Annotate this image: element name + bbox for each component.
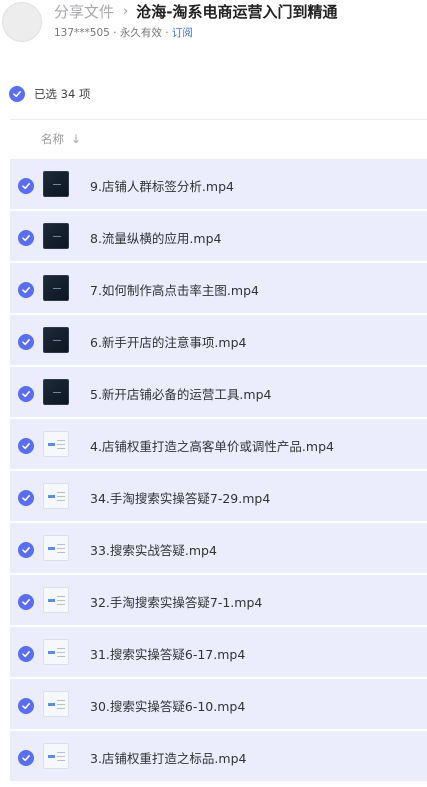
- subscribe-link[interactable]: 订阅: [172, 27, 193, 39]
- file-name[interactable]: 8.流量纵横的应用.mp4: [90, 211, 221, 261]
- breadcrumb: 分享文件 › 沧海-淘系电商运营入门到精通: [54, 0, 337, 22]
- page-title: 沧海-淘系电商运营入门到精通: [136, 2, 338, 21]
- file-name[interactable]: 33.搜索实战答疑.mp4: [90, 523, 217, 573]
- row-checkbox[interactable]: [18, 230, 34, 246]
- selected-count: 已选 34 项: [34, 87, 91, 101]
- file-name[interactable]: 7.如何制作高点击率主图.mp4: [90, 263, 259, 313]
- arrow-down-icon: ↓: [71, 132, 82, 146]
- check-icon: [22, 287, 30, 294]
- file-row[interactable]: 33.搜索实战答疑.mp4: [10, 523, 427, 573]
- check-icon: [22, 547, 30, 554]
- file-row[interactable]: 8.流量纵横的应用.mp4: [10, 211, 427, 261]
- row-checkbox[interactable]: [18, 542, 34, 558]
- video-thumbnail-icon: [43, 535, 69, 561]
- breadcrumb-root-link[interactable]: 分享文件: [54, 1, 114, 22]
- column-name-label: 名称: [41, 132, 64, 146]
- file-row[interactable]: 5.新开店铺必备的运营工具.mp4: [10, 367, 427, 417]
- select-all-checkbox[interactable]: [9, 86, 25, 102]
- video-thumbnail-icon: [43, 171, 69, 197]
- row-checkbox[interactable]: [18, 646, 34, 662]
- check-icon: [22, 703, 30, 710]
- row-checkbox[interactable]: [18, 282, 34, 298]
- avatar[interactable]: [2, 2, 42, 42]
- file-name[interactable]: 32.手淘搜索实操答疑7-1.mp4: [90, 575, 262, 625]
- file-name[interactable]: 6.新手开店的注意事项.mp4: [90, 315, 246, 365]
- row-checkbox[interactable]: [18, 490, 34, 506]
- check-icon: [22, 495, 30, 502]
- file-name[interactable]: 34.手淘搜索实操答疑7-29.mp4: [90, 471, 270, 521]
- row-checkbox[interactable]: [18, 698, 34, 714]
- file-name[interactable]: 3.店铺权重打造之标品.mp4: [90, 731, 246, 781]
- file-row[interactable]: 4.店铺权重打造之高客单价或调性产品.mp4: [10, 419, 427, 469]
- check-icon: [22, 235, 30, 242]
- file-row[interactable]: 6.新手开店的注意事项.mp4: [10, 315, 427, 365]
- row-checkbox[interactable]: [18, 594, 34, 610]
- check-icon: [22, 599, 30, 606]
- share-header: 分享文件 › 沧海-淘系电商运营入门到精通 137***505 · 永久有效 ·…: [0, 0, 427, 60]
- video-thumbnail-icon: [43, 431, 69, 457]
- file-row[interactable]: 31.搜索实操答疑6-17.mp4: [10, 627, 427, 677]
- video-thumbnail-icon: [43, 639, 69, 665]
- meta-separator-2: ·: [161, 27, 172, 39]
- video-thumbnail-icon: [43, 743, 69, 769]
- row-checkbox[interactable]: [18, 178, 34, 194]
- file-row[interactable]: 30.搜索实操答疑6-10.mp4: [10, 679, 427, 729]
- file-row[interactable]: 7.如何制作高点击率主图.mp4: [10, 263, 427, 313]
- row-checkbox[interactable]: [18, 438, 34, 454]
- video-thumbnail-icon: [43, 223, 69, 249]
- check-icon: [13, 91, 21, 98]
- file-row[interactable]: 32.手淘搜索实操答疑7-1.mp4: [10, 575, 427, 625]
- check-icon: [22, 443, 30, 450]
- check-icon: [22, 339, 30, 346]
- file-name[interactable]: 4.店铺权重打造之高客单价或调性产品.mp4: [90, 419, 334, 469]
- check-icon: [22, 391, 30, 398]
- file-name[interactable]: 9.店铺人群标签分析.mp4: [90, 159, 234, 209]
- meta-separator: ·: [109, 27, 120, 39]
- check-icon: [22, 755, 30, 762]
- selection-bar: 已选 34 项: [9, 85, 90, 103]
- video-thumbnail-icon: [43, 275, 69, 301]
- chevron-right-icon: ›: [123, 3, 129, 19]
- check-icon: [22, 651, 30, 658]
- file-name[interactable]: 31.搜索实操答疑6-17.mp4: [90, 627, 245, 677]
- file-list: 9.店铺人群标签分析.mp4 8.流量纵横的应用.mp4 7.如何制作高点击率主图.…: [10, 159, 427, 783]
- file-row[interactable]: 9.店铺人群标签分析.mp4: [10, 159, 427, 209]
- check-icon: [22, 183, 30, 190]
- validity-text: 永久有效: [119, 27, 162, 39]
- file-name[interactable]: 5.新开店铺必备的运营工具.mp4: [90, 367, 271, 417]
- share-meta: 137***505 · 永久有效 · 订阅: [54, 25, 193, 40]
- video-thumbnail-icon: [43, 587, 69, 613]
- column-header-name[interactable]: 名称 ↓: [41, 131, 81, 147]
- file-row[interactable]: 3.店铺权重打造之标品.mp4: [10, 731, 427, 781]
- row-checkbox[interactable]: [18, 386, 34, 402]
- video-thumbnail-icon: [43, 379, 69, 405]
- file-row[interactable]: 34.手淘搜索实操答疑7-29.mp4: [10, 471, 427, 521]
- owner-id: 137***505: [54, 27, 110, 39]
- divider: [10, 119, 427, 120]
- video-thumbnail-icon: [43, 691, 69, 717]
- row-checkbox[interactable]: [18, 334, 34, 350]
- file-name[interactable]: 30.搜索实操答疑6-10.mp4: [90, 679, 245, 729]
- video-thumbnail-icon: [43, 327, 69, 353]
- video-thumbnail-icon: [43, 483, 69, 509]
